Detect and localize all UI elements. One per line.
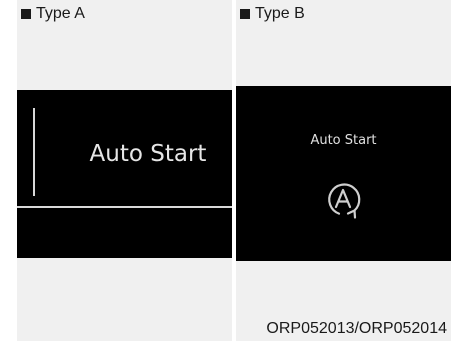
bullet-square-icon: [240, 9, 250, 19]
bullet-square-icon: [21, 9, 31, 19]
type-a-label: Type A: [36, 5, 85, 22]
type-b-heading: Type B: [240, 5, 305, 23]
type-a-heading: Type A: [21, 5, 85, 23]
type-b-label: Type B: [255, 5, 305, 22]
type-b-display-screen: Auto Start: [236, 86, 451, 261]
cluster-divider-horizontal: [17, 206, 232, 208]
type-b-panel: Type B Auto Start ORP052013/ORP052014: [236, 0, 451, 341]
cluster-divider-vertical: [33, 108, 35, 196]
auto-start-stop-icon: [328, 183, 361, 219]
type-a-panel: Type A Auto Start: [17, 0, 232, 341]
type-b-auto-start-text: Auto Start: [310, 133, 377, 148]
type-a-auto-start-text: Auto Start: [89, 141, 207, 167]
type-a-display-screen: Auto Start: [17, 90, 232, 258]
figure-caption: ORP052013/ORP052014: [266, 320, 447, 337]
